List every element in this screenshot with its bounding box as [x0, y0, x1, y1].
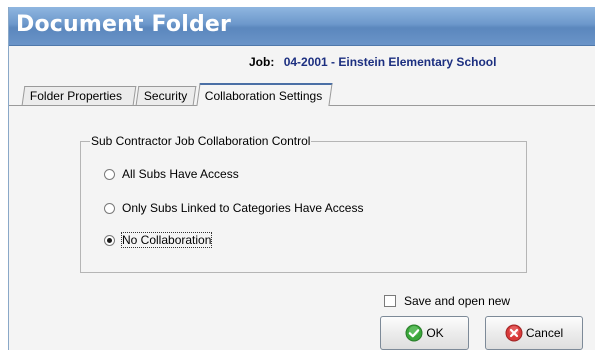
- radio-label: Only Subs Linked to Categories Have Acce…: [122, 201, 364, 215]
- radio-button-selected[interactable]: [104, 234, 115, 246]
- radio-label: No Collaboration: [120, 232, 213, 248]
- save-and-open-new-checkbox[interactable]: Save and open new: [384, 294, 510, 308]
- checkbox-label: Save and open new: [404, 294, 511, 308]
- job-label: Job:: [249, 55, 275, 69]
- radio-label: All Subs Have Access: [122, 167, 239, 181]
- green-check-circle-icon: [405, 324, 423, 342]
- title-bar[interactable]: Document Folder: [9, 7, 595, 46]
- document-folder-window: Document Folder Job: 04-2001 - Einstein …: [8, 7, 595, 350]
- radio-only-subs-linked[interactable]: Only Subs Linked to Categories Have Acce…: [104, 200, 363, 216]
- radio-all-subs-have-access[interactable]: All Subs Have Access: [104, 166, 239, 182]
- ok-label: OK: [426, 326, 444, 340]
- red-x-circle-icon: [505, 324, 523, 342]
- tab-label: Collaboration Settings: [204, 89, 323, 103]
- radio-button[interactable]: [104, 168, 115, 180]
- ok-button[interactable]: OK: [380, 316, 469, 350]
- radio-button[interactable]: [104, 202, 115, 214]
- checkbox[interactable]: [384, 295, 396, 307]
- job-value: 04-2001 - Einstein Elementary School: [283, 55, 497, 69]
- group-title: Sub Contractor Job Collaboration Control: [90, 134, 312, 148]
- job-line: Job: 04-2001 - Einstein Elementary Schoo…: [249, 55, 496, 69]
- tab-label: Folder Properties: [29, 89, 122, 103]
- tab-folder-properties[interactable]: Folder Properties: [21, 86, 137, 105]
- tab-label: Security: [143, 89, 188, 103]
- window-title: Document Folder: [16, 12, 232, 37]
- cancel-label: Cancel: [525, 326, 564, 340]
- tab-collaboration-settings[interactable]: Collaboration Settings: [196, 83, 333, 106]
- tab-security[interactable]: Security: [135, 86, 197, 105]
- cancel-button[interactable]: Cancel: [485, 316, 583, 350]
- radio-no-collaboration[interactable]: No Collaboration: [104, 232, 213, 248]
